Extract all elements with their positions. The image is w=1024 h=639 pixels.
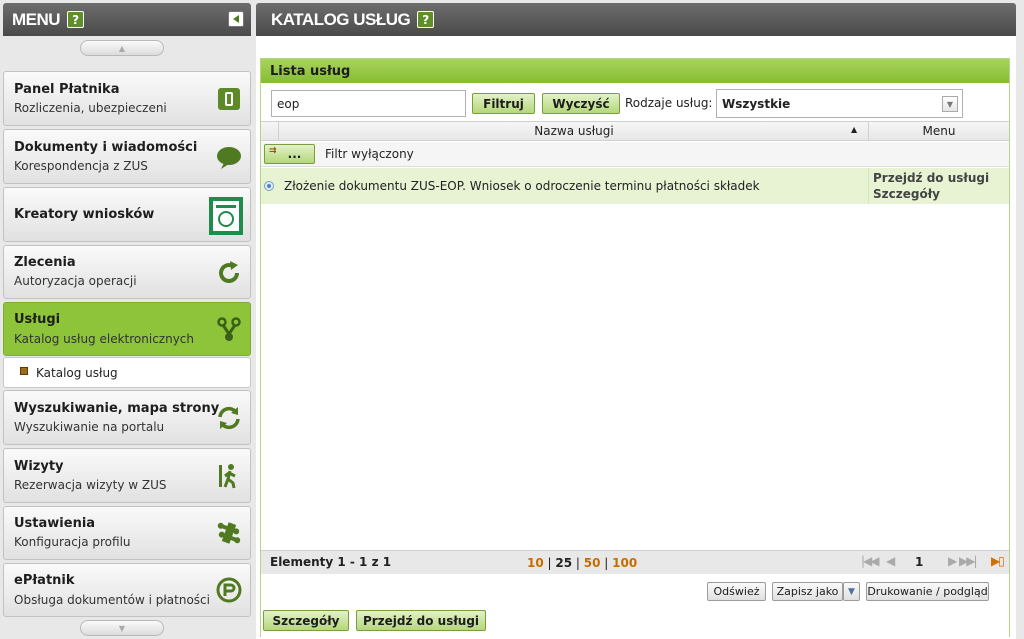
menu-item-subtitle: Katalog usług elektronicznych bbox=[14, 332, 194, 346]
service-types-label: Rodzaje usług: bbox=[625, 96, 713, 110]
menu-item-dokumenty[interactable]: Dokumenty i wiadomości Korespondencja z … bbox=[3, 129, 251, 184]
goto-service-button[interactable]: Przejdź do usługi bbox=[356, 610, 486, 631]
panel-icon bbox=[216, 86, 242, 112]
menu-scroll-up-button[interactable]: ▲ bbox=[80, 40, 164, 56]
page-size-50[interactable]: 50 bbox=[584, 556, 601, 570]
collapse-menu-button[interactable] bbox=[228, 11, 244, 27]
page-size-100[interactable]: 100 bbox=[612, 556, 637, 570]
menu-item-title: Wyszukiwanie, mapa strony bbox=[14, 401, 220, 416]
row-radio[interactable] bbox=[264, 181, 274, 191]
next-page-icon[interactable]: ▶ bbox=[948, 554, 957, 568]
walking-person-icon bbox=[216, 463, 242, 489]
menu-item-subtitle: Autoryzacja operacji bbox=[14, 274, 137, 288]
page-size-25[interactable]: 25 bbox=[555, 556, 572, 570]
menu-item-panel-platnika[interactable]: Panel Płatnika Rozliczenia, ubezpieczeni bbox=[3, 71, 251, 126]
menu-item-title: Usługi bbox=[14, 312, 61, 327]
page-header: KATALOG USŁUG ? bbox=[256, 3, 1016, 36]
menu-item-title: ePłatnik bbox=[14, 573, 75, 588]
details-link[interactable]: Szczegóły bbox=[873, 187, 940, 201]
filter-row: ⇉ ... Filtr wyłączony bbox=[261, 142, 1009, 167]
submenu-item-katalog-uslug[interactable]: Katalog usług bbox=[3, 357, 251, 388]
arrow-left-icon bbox=[233, 15, 239, 23]
menu-item-subtitle: Korespondencja z ZUS bbox=[14, 159, 148, 173]
menu-item-wyszukiwanie[interactable]: Wyszukiwanie, mapa strony Wyszukiwanie n… bbox=[3, 390, 251, 445]
refresh-button[interactable]: Odśwież bbox=[707, 582, 766, 601]
sort-ascending-icon[interactable]: ▲ bbox=[851, 125, 857, 134]
service-types-value: Wszystkie bbox=[722, 96, 791, 111]
filter-status: Filtr wyłączony bbox=[325, 147, 414, 161]
filter-options-label: ... bbox=[287, 147, 302, 161]
services-list-panel: Lista usług eop Filtruj Wyczyść Rodzaje … bbox=[260, 58, 1010, 637]
services-icon bbox=[216, 317, 242, 343]
menu-item-title: Kreatory wniosków bbox=[14, 207, 155, 222]
column-divider bbox=[868, 168, 869, 204]
refresh-icon bbox=[216, 260, 242, 286]
menu-item-uslugi[interactable]: Usługi Katalog usług elektronicznych bbox=[3, 302, 251, 356]
menu-scroll-down-button[interactable]: ▼ bbox=[80, 620, 164, 636]
table-header: Nazwa usługi ▲ Menu bbox=[261, 121, 1009, 141]
speech-bubble-icon bbox=[216, 145, 242, 171]
search-sync-icon bbox=[216, 405, 242, 431]
eplatnik-logo-icon bbox=[216, 577, 242, 603]
menu-item-title: Zlecenia bbox=[14, 255, 76, 270]
footer: Odśwież Zapisz jako ▼ Drukowanie / podgl… bbox=[261, 575, 1009, 637]
page-size-10[interactable]: 10 bbox=[527, 556, 544, 570]
prev-page-icon[interactable]: ◀ bbox=[886, 554, 895, 568]
menu-item-subtitle: Wyszukiwanie na portalu bbox=[14, 420, 165, 434]
menu-item-title: Dokumenty i wiadomości bbox=[14, 140, 198, 155]
menu-item-ustawienia[interactable]: Ustawienia Konfiguracja profilu bbox=[3, 506, 251, 560]
menu-item-title: Wizyty bbox=[14, 459, 64, 474]
filter-options-button[interactable]: ⇉ ... bbox=[264, 144, 315, 164]
menu-item-subtitle: Rozliczenia, ubezpieczeni bbox=[14, 101, 167, 115]
menu-item-title: Panel Płatnika bbox=[14, 82, 120, 97]
service-name: Złożenie dokumentu ZUS-EOP. Wniosek o od… bbox=[284, 179, 760, 193]
clear-button[interactable]: Wyczyść bbox=[542, 93, 620, 114]
save-as-dropdown-icon[interactable]: ▼ bbox=[843, 582, 860, 601]
menu-help-icon[interactable]: ? bbox=[67, 11, 85, 28]
print-preview-button[interactable]: Drukowanie / podgląd bbox=[866, 582, 989, 601]
table-row[interactable]: Złożenie dokumentu ZUS-EOP. Wniosek o od… bbox=[261, 168, 1009, 204]
details-button[interactable]: Szczegóły bbox=[263, 610, 349, 631]
puzzle-icon bbox=[216, 520, 242, 546]
show-all-icon[interactable]: ▶▯ bbox=[991, 554, 1005, 568]
save-as-button[interactable]: Zapisz jako bbox=[772, 582, 843, 601]
page-number: 1 bbox=[915, 555, 924, 569]
bullet-icon bbox=[20, 366, 28, 375]
goto-service-link[interactable]: Przejdź do usługi bbox=[873, 171, 989, 185]
page-help-icon[interactable]: ? bbox=[417, 11, 435, 28]
column-header-name[interactable]: Nazwa usługi bbox=[279, 124, 869, 138]
pagination-bar: Elementy 1 - 1 z 1 10 | 25 | 50 | 100 |◀… bbox=[261, 550, 1009, 574]
menu-item-subtitle: Konfiguracja profilu bbox=[14, 535, 131, 549]
service-types-select[interactable]: Wszystkie ▼ bbox=[716, 89, 963, 118]
submenu-item-label: Katalog usług bbox=[36, 365, 118, 380]
menu-item-subtitle: Obsługa dokumentów i płatności bbox=[14, 593, 210, 607]
menu-item-title: Ustawienia bbox=[14, 516, 96, 531]
panel-title: Lista usług bbox=[261, 59, 1009, 83]
menu-title: MENU bbox=[12, 9, 61, 29]
menu-item-wizyty[interactable]: Wizyty Rezerwacja wizyty w ZUS bbox=[3, 448, 251, 503]
filter-button[interactable]: Filtruj bbox=[472, 93, 535, 114]
elements-count: Elementy 1 - 1 z 1 bbox=[270, 555, 392, 569]
menu-item-kreatory[interactable]: Kreatory wniosków bbox=[3, 187, 251, 242]
last-page-icon[interactable]: ▶▶| bbox=[959, 554, 977, 568]
menu-item-eplatnik[interactable]: ePłatnik Obsługa dokumentów i płatności bbox=[3, 563, 251, 617]
first-page-icon[interactable]: |◀◀ bbox=[861, 554, 879, 568]
page-title: KATALOG USŁUG bbox=[271, 9, 411, 29]
filter-icon: ⇉ bbox=[269, 146, 277, 156]
chevron-down-icon[interactable]: ▼ bbox=[942, 96, 958, 112]
menu-item-subtitle: Rezerwacja wizyty w ZUS bbox=[14, 478, 167, 492]
menu-header: MENU ? bbox=[3, 3, 251, 36]
search-input[interactable]: eop bbox=[271, 90, 466, 117]
document-creator-icon bbox=[209, 197, 243, 235]
page-size-selector: 10 | 25 | 50 | 100 bbox=[527, 556, 638, 570]
column-header-menu: Menu bbox=[922, 124, 956, 138]
menu-item-zlecenia[interactable]: Zlecenia Autoryzacja operacji bbox=[3, 245, 251, 299]
